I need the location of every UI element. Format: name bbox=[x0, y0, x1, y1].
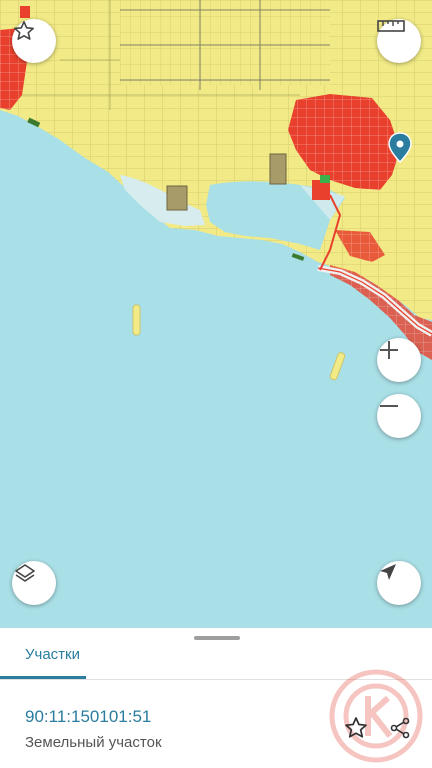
sheet-drag-handle[interactable] bbox=[194, 636, 240, 640]
my-location-button[interactable] bbox=[377, 561, 421, 605]
tab-plots[interactable]: Участки bbox=[25, 646, 80, 663]
land-grid-overlay bbox=[120, 0, 330, 85]
favorite-map-button[interactable] bbox=[12, 19, 56, 63]
share-button[interactable] bbox=[384, 712, 416, 744]
zoom-in-button[interactable] bbox=[377, 338, 421, 382]
ruler-button[interactable] bbox=[377, 19, 421, 63]
property-type: Земельный участок bbox=[25, 734, 162, 751]
offshore-plot-1 bbox=[132, 304, 141, 336]
map-canvas[interactable] bbox=[0, 0, 432, 628]
favorite-plot-button[interactable] bbox=[340, 712, 372, 744]
map-view[interactable] bbox=[0, 0, 432, 628]
minus-icon bbox=[380, 405, 398, 407]
navigation-arrow-icon bbox=[380, 564, 396, 580]
offshore-plot-2 bbox=[329, 352, 346, 381]
star-outline-icon bbox=[14, 21, 34, 40]
cadastral-number[interactable]: 90:11:150101:51 bbox=[25, 707, 151, 727]
star-outline-icon bbox=[345, 717, 367, 738]
plus-icon bbox=[380, 341, 398, 359]
ruler-icon bbox=[377, 20, 405, 32]
layers-button[interactable] bbox=[12, 561, 56, 605]
zoom-out-button[interactable] bbox=[377, 394, 421, 438]
building-2 bbox=[269, 153, 287, 185]
building-1 bbox=[166, 185, 188, 211]
share-icon bbox=[390, 717, 410, 739]
layers-icon bbox=[15, 564, 35, 582]
